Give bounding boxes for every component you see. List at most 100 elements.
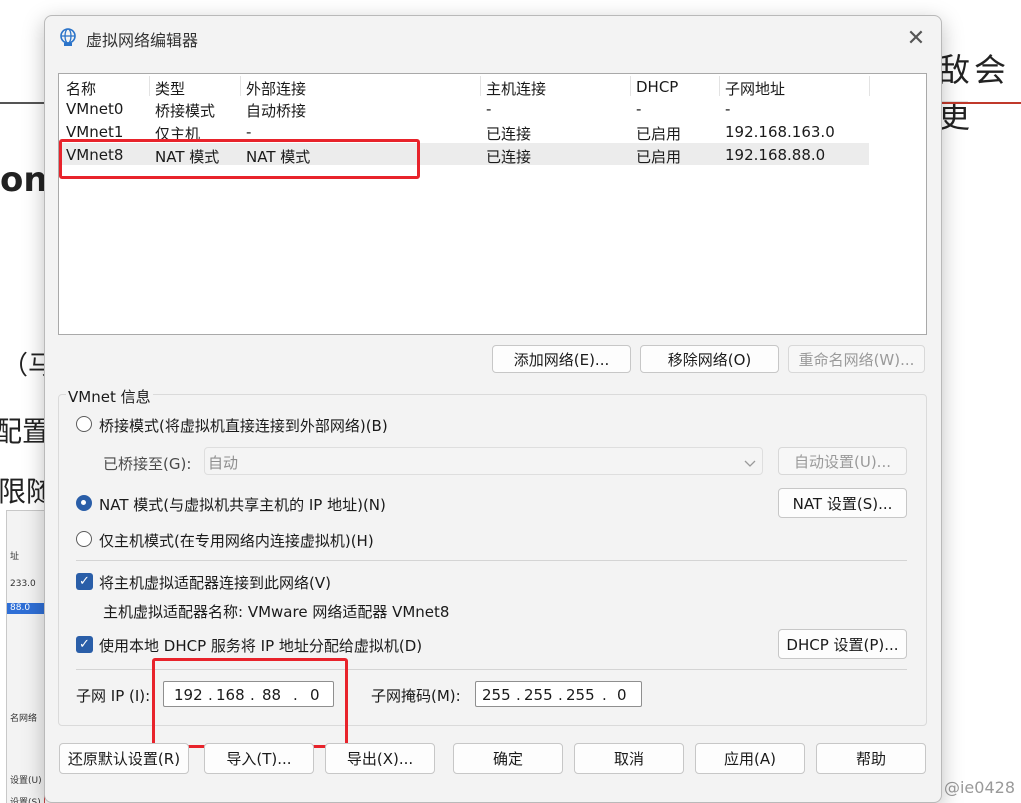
bg-red-divider	[938, 102, 1021, 104]
dialog-title: 虚拟网络编辑器	[86, 31, 199, 50]
vmnet-info-title: VMnet 信息	[66, 386, 153, 407]
subnet-ip-label: 子网 IP (I):	[76, 687, 151, 705]
bg-divider	[0, 102, 44, 104]
network-list[interactable]: 名称 类型 外部连接 主机连接 DHCP 子网地址 VMnet0 桥接模式 自动…	[58, 73, 927, 335]
cell-name: VMnet1	[66, 123, 124, 141]
bg-text-top-right: 敌会更	[938, 51, 1011, 135]
table-row[interactable]: VMnet1 仅主机 - 已连接 已启用 192.168.163.0	[59, 120, 869, 143]
column-header-subnet[interactable]: 子网地址	[725, 78, 785, 99]
nat-mode-label[interactable]: NAT 模式(与虚拟机共享主机的 IP 地址)(N)	[99, 494, 386, 515]
bg-thumb-row: 233.0	[10, 579, 36, 589]
column-header-external[interactable]: 外部连接	[246, 78, 306, 99]
cell-host: 已连接	[486, 125, 532, 143]
column-header-type[interactable]: 类型	[155, 78, 185, 99]
column-header-host[interactable]: 主机连接	[486, 78, 546, 99]
cell-dhcp: 已启用	[636, 125, 682, 143]
rename-network-button[interactable]: 重命名网络(W)...	[788, 345, 925, 373]
import-button[interactable]: 导入(T)...	[204, 743, 314, 774]
add-network-button[interactable]: 添加网络(E)...	[492, 345, 631, 373]
ip-octet[interactable]: 192	[174, 686, 203, 704]
dhcp-label[interactable]: 使用本地 DHCP 服务将 IP 地址分配给虚拟机(D)	[99, 635, 422, 656]
bridged-to-select[interactable]: 自动	[204, 447, 763, 475]
restore-defaults-button[interactable]: 还原默认设置(R)	[59, 743, 189, 774]
bg-text-config: 配置	[0, 415, 51, 448]
ip-dot: .	[208, 686, 213, 704]
cell-type: 桥接模式	[155, 102, 216, 120]
host-only-radio[interactable]	[76, 531, 92, 547]
cell-dhcp: 已启用	[636, 148, 682, 166]
subnet-ip-field[interactable]: 192 . 168 . 88 . 0	[163, 681, 334, 707]
column-separator	[630, 76, 631, 96]
apply-button[interactable]: 应用(A)	[695, 743, 805, 774]
ip-octet[interactable]: 255	[566, 686, 595, 704]
column-header-name[interactable]: 名称	[66, 78, 96, 99]
bg-thumb-row: 址	[10, 552, 20, 562]
cell-dhcp: -	[636, 100, 642, 118]
cell-host: 已连接	[486, 148, 532, 166]
ip-octet[interactable]: 0	[617, 686, 627, 704]
virtual-network-editor-dialog: 虚拟网络编辑器 ✕ 名称 类型 外部连接 主机连接 DHCP 子网地址 VMne…	[44, 15, 942, 803]
host-only-label[interactable]: 仅主机模式(在专用网络内连接虚拟机)(H)	[99, 530, 374, 551]
adapter-name-label: 主机虚拟适配器名称: VMware 网络适配器 VMnet8	[103, 603, 450, 621]
bg-thumb-selected-row: 88.0	[7, 603, 45, 614]
column-header-dhcp[interactable]: DHCP	[636, 78, 678, 96]
cell-subnet: 192.168.88.0	[725, 146, 826, 164]
cell-host: -	[486, 100, 492, 118]
cell-type: NAT 模式	[155, 148, 220, 166]
help-button[interactable]: 帮助	[816, 743, 926, 774]
ok-button[interactable]: 确定	[453, 743, 563, 774]
connect-adapter-checkbox[interactable]: ✓	[76, 573, 93, 590]
ip-octet[interactable]: 255	[524, 686, 553, 704]
export-button[interactable]: 导出(X)...	[325, 743, 435, 774]
column-separator	[149, 76, 150, 96]
bg-text-on: on	[0, 160, 48, 200]
cell-external: NAT 模式	[246, 148, 311, 166]
bridged-to-value: 自动	[208, 454, 239, 472]
cell-type: 仅主机	[155, 125, 201, 143]
network-globe-icon	[57, 26, 79, 48]
ip-dot: .	[516, 686, 521, 704]
table-row[interactable]: VMnet0 桥接模式 自动桥接 - - -	[59, 97, 869, 120]
column-separator	[480, 76, 481, 96]
bridged-to-label: 已桥接至(G):	[103, 455, 192, 473]
cell-name: VMnet0	[66, 100, 124, 118]
ip-octet[interactable]: 0	[310, 686, 320, 704]
bg-thumb-row: 设置(U)	[10, 776, 42, 786]
ip-dot: .	[250, 686, 255, 704]
remove-network-button[interactable]: 移除网络(O)	[640, 345, 779, 373]
connect-adapter-label[interactable]: 将主机虚拟适配器连接到此网络(V)	[99, 572, 331, 593]
cell-name: VMnet8	[66, 146, 124, 164]
dhcp-settings-button[interactable]: DHCP 设置(P)...	[778, 629, 907, 659]
bridged-mode-label[interactable]: 桥接模式(将虚拟机直接连接到外部网络)(B)	[99, 415, 388, 436]
cell-external: 自动桥接	[246, 102, 307, 120]
divider	[76, 560, 907, 561]
cell-subnet: -	[725, 100, 731, 118]
ip-dot: .	[293, 686, 298, 704]
column-separator	[869, 76, 870, 96]
ip-octet[interactable]: 255	[482, 686, 511, 704]
auto-settings-button[interactable]: 自动设置(U)...	[778, 447, 907, 475]
network-list-header: 名称 类型 外部连接 主机连接 DHCP 子网地址	[59, 74, 926, 99]
chevron-down-icon	[744, 454, 756, 467]
bg-thumb-row: 名网络	[10, 714, 38, 724]
bridged-mode-radio[interactable]	[76, 416, 92, 432]
nat-mode-radio[interactable]	[76, 495, 92, 511]
subnet-mask-field[interactable]: 255 . 255 . 255 . 0	[475, 681, 642, 707]
ip-dot: .	[558, 686, 563, 704]
cell-external: -	[246, 123, 252, 141]
ip-octet[interactable]: 88	[262, 686, 281, 704]
cell-subnet: 192.168.163.0	[725, 123, 835, 141]
divider	[76, 669, 907, 670]
title-bar[interactable]: 虚拟网络编辑器 ✕	[45, 16, 941, 60]
ip-dot: .	[602, 686, 607, 704]
close-button[interactable]: ✕	[901, 24, 931, 52]
ip-octet[interactable]: 168	[216, 686, 245, 704]
column-separator	[240, 76, 241, 96]
column-separator	[719, 76, 720, 96]
bg-screenshot-thumbnail: 址 233.0 88.0 名网络 设置(U) 设置(S)	[6, 510, 46, 803]
dhcp-checkbox[interactable]: ✓	[76, 636, 93, 653]
nat-settings-button[interactable]: NAT 设置(S)...	[778, 488, 907, 518]
cancel-button[interactable]: 取消	[574, 743, 684, 774]
bg-thumb-row: 设置(S)	[10, 798, 41, 803]
table-row-selected[interactable]: VMnet8 NAT 模式 NAT 模式 已连接 已启用 192.168.88.…	[59, 143, 869, 166]
